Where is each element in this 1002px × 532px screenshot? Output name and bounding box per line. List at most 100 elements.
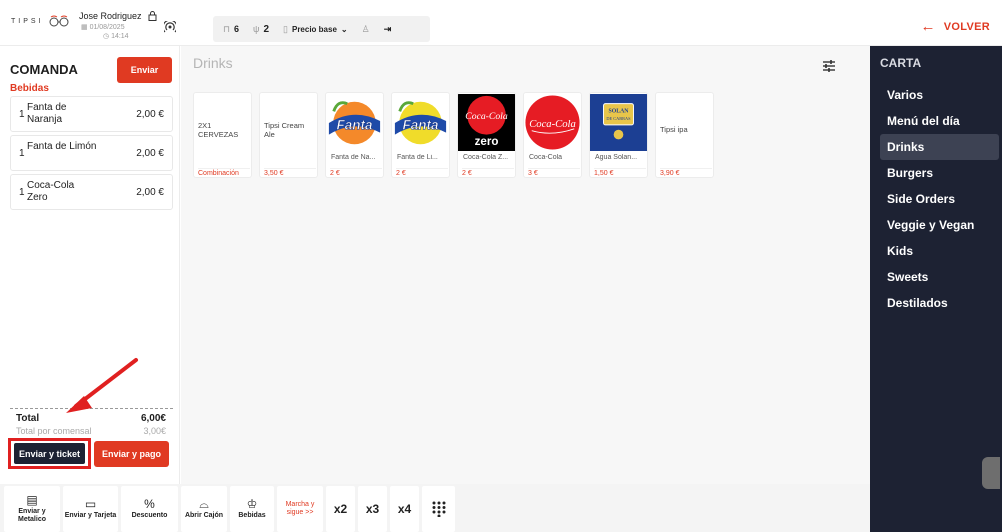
open-drawer-label: Abrir Cajón <box>184 512 224 519</box>
menu-item-sweets[interactable]: Sweets <box>880 264 999 290</box>
product-price: 2 € <box>330 168 382 177</box>
svg-text:Fanta: Fanta <box>336 118 373 133</box>
menu-item-menu-del-dia[interactable]: Menú del día <box>880 108 999 134</box>
menu-item-burgers[interactable]: Burgers <box>880 160 999 186</box>
menu-item-veggie-y-vegan[interactable]: Veggie y Vegan <box>880 212 999 238</box>
product-card[interactable]: Tipsi Cream Ale 3,50 € <box>259 92 318 178</box>
product-label: Agua Solan... <box>595 154 638 161</box>
customer-button[interactable]: ♙ <box>362 24 370 35</box>
per-guest-label: Total por comensal <box>16 426 92 436</box>
transfer-button[interactable]: ⇥ <box>384 24 392 35</box>
drinks-button[interactable]: ♔ Bebidas <box>230 486 274 532</box>
back-button[interactable]: ← VOLVER <box>920 18 990 35</box>
send-cash-button[interactable]: ▤ Enviar y Metalico <box>4 486 60 532</box>
menu-item-destilados[interactable]: Destilados <box>880 290 999 316</box>
solan-de-cabras-image: SOLAN DE CABRAS <box>590 94 647 151</box>
order-item-name: Coca-Cola Zero <box>27 180 75 203</box>
glasses-icon <box>49 15 69 27</box>
menu-item-varios[interactable]: Varios <box>880 82 999 108</box>
menu-list: Varios Menú del día Drinks Burgers Side … <box>880 82 999 316</box>
table-indicator[interactable]: ⊓ 6 <box>223 24 239 35</box>
product-price: Combinación <box>198 168 250 177</box>
side-drawer-tab[interactable] <box>982 457 1000 489</box>
svg-text:Coca-Cola: Coca-Cola <box>465 111 508 122</box>
send-card-button[interactable]: ▭ Enviar y Tarjeta <box>63 486 118 532</box>
order-item-qty: 1 <box>19 109 25 120</box>
keypad-button[interactable] <box>422 486 455 532</box>
menu-item-side-orders[interactable]: Side Orders <box>880 186 999 212</box>
fire-next-label: Marcha y sigue >> <box>285 501 315 516</box>
sliders-icon[interactable] <box>821 58 837 74</box>
send-ticket-button[interactable]: Enviar y ticket <box>14 443 85 464</box>
product-price: 2 € <box>396 168 448 177</box>
product-label: Coca-Cola <box>529 154 563 161</box>
price-tag-icon: ▯ <box>283 23 288 34</box>
product-name: Tipsi Cream Ale <box>264 121 305 139</box>
order-item[interactable]: 1 Fanta de Naranja 2,00 € <box>10 96 173 132</box>
product-name: Tipsi ipa <box>660 125 688 134</box>
order-item[interactable]: 1 Fanta de Limón 2,00 € <box>10 135 173 171</box>
price-mode-select[interactable]: ▯ Precio base ⌄ <box>283 24 348 35</box>
product-card[interactable]: Fanta Fanta de Li... 2 € <box>391 92 450 178</box>
credit-card-icon: ▭ <box>84 497 97 511</box>
product-label: Fanta de Na... <box>331 154 376 161</box>
discount-button[interactable]: % Descuento <box>121 486 178 532</box>
menu-item-kids[interactable]: Kids <box>880 238 999 264</box>
guests-indicator[interactable]: ψ 2 <box>253 24 269 35</box>
user-name: Jose Rodriguez <box>79 11 142 21</box>
svg-text:zero: zero <box>475 136 499 148</box>
keypad-icon <box>432 501 445 517</box>
menu-item-drinks[interactable]: Drinks <box>880 134 999 160</box>
annotation-arrow-icon <box>66 358 138 413</box>
order-item-price: 2,00 € <box>136 109 164 120</box>
top-bar: TIPSI Jose Rodriguez ▦ 01/08/2025 ◷ 14:1… <box>0 0 1002 46</box>
fire-next-button[interactable]: Marcha y sigue >> <box>277 486 323 532</box>
clock-icon: ◷ <box>103 33 112 40</box>
order-item-qty: 1 <box>19 187 25 198</box>
product-card[interactable]: Tipsi ipa 3,90 € <box>655 92 714 178</box>
total-label: Total <box>16 413 40 424</box>
transfer-icon: ⇥ <box>383 23 392 34</box>
logo-text: TIPSI <box>11 17 44 25</box>
order-item-name: Fanta de Limón <box>27 141 97 152</box>
product-price: 3,50 € <box>264 168 316 177</box>
comanda-title: COMANDA <box>10 62 78 77</box>
multiply-4-button[interactable]: x4 <box>390 486 419 532</box>
user-info: Jose Rodriguez ▦ 01/08/2025 ◷ 14:14 <box>79 11 157 40</box>
send-card-label: Enviar y Tarjeta <box>64 512 117 519</box>
fanta-orange-image: Fanta <box>326 94 383 151</box>
product-label: Coca-Cola Z... <box>463 154 509 161</box>
order-category-label: Bebidas <box>10 83 49 94</box>
per-guest-row: Total por comensal 3,00€ <box>16 426 166 436</box>
comanda-panel: COMANDA Enviar Bebidas 1 Fanta de Naranj… <box>0 46 180 484</box>
product-card[interactable]: Coca-Cola zero Coca-Cola Z... 2 € <box>457 92 516 178</box>
discount-label: Descuento <box>131 512 168 519</box>
product-card[interactable]: SOLAN DE CABRAS Agua Solan... 1,50 € <box>589 92 648 178</box>
guest-count: 2 <box>263 23 270 35</box>
order-time: 14:14 <box>111 33 129 40</box>
order-item[interactable]: 1 Coca-Cola Zero 2,00 € <box>10 174 173 210</box>
calendar-icon: ▦ <box>81 24 90 31</box>
chevron-down-icon: ⌄ <box>340 24 348 34</box>
lock-icon[interactable] <box>148 11 157 21</box>
send-button[interactable]: Enviar <box>117 57 172 83</box>
arrow-left-icon: ← <box>920 18 936 35</box>
product-card[interactable]: Fanta Fanta de Na... 2 € <box>325 92 384 178</box>
open-drawer-button[interactable]: ⌓ Abrir Cajón <box>181 486 227 532</box>
product-grid: 2X1 CERVEZAS Combinación Tipsi Cream Ale… <box>193 92 714 178</box>
product-card[interactable]: 2X1 CERVEZAS Combinación <box>193 92 252 178</box>
product-label: Fanta de Li... <box>397 154 438 161</box>
percent-icon: % <box>144 497 155 511</box>
send-pay-button[interactable]: Enviar y pago <box>94 441 169 467</box>
nfc-icon[interactable] <box>164 21 176 33</box>
multiply-3-button[interactable]: x3 <box>358 486 387 532</box>
product-card[interactable]: Coca-Cola Coca-Cola 3 € <box>523 92 582 178</box>
multiply-2-button[interactable]: x2 <box>326 486 355 532</box>
order-item-name: Fanta de Naranja <box>27 102 67 125</box>
product-price: 3 € <box>528 168 580 177</box>
order-list: 1 Fanta de Naranja 2,00 € 1 Fanta de Lim… <box>10 96 173 213</box>
fanta-lemon-image: Fanta <box>392 94 449 151</box>
drinks-label: Bebidas <box>238 512 266 519</box>
product-price: 2 € <box>462 168 514 177</box>
tipsi-logo: TIPSI <box>11 15 70 27</box>
